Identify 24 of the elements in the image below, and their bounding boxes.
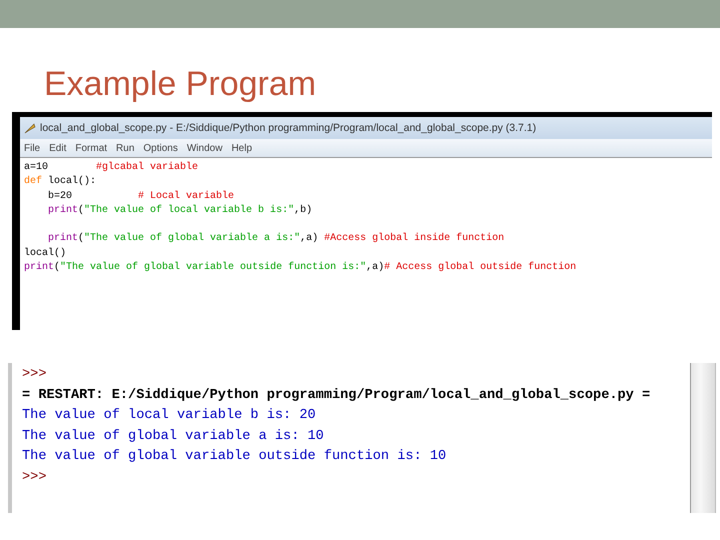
shell-output-line: The value of global variable outside function is: 10 xyxy=(22,448,446,466)
code-line: print("The value of global variable outside function is:",a)# Access global outside function xyxy=(24,261,576,276)
menu-item[interactable]: Help xyxy=(231,142,252,154)
code-line: local() xyxy=(24,246,66,261)
shell-output-line: = RESTART: E:/Siddique/Python programming/Program/local_and_global_scope.py = xyxy=(22,386,650,405)
shell-prompt: >>> xyxy=(22,366,46,384)
feather-icon xyxy=(24,122,36,134)
slide-title: Example Program xyxy=(44,64,318,104)
code-line: a=10 #glcabal variable xyxy=(24,161,198,175)
code-line: def local(): xyxy=(24,175,96,190)
code-line: print("The value of global variable a is:",a) #Access global inside function xyxy=(47,232,504,246)
code-line: print("The value of local variable b is:",b) xyxy=(47,204,312,218)
menu-item[interactable]: Run xyxy=(116,142,134,154)
menu-item[interactable]: Edit xyxy=(49,142,66,154)
menu-item[interactable]: Window xyxy=(186,142,222,154)
menu-item[interactable]: Options xyxy=(143,142,178,154)
window-title: local_and_global_scope.py - E:/Siddique/Python programming/Program/local_and_global_scope.py (3.7.1) xyxy=(40,122,536,134)
shell-output-line: The value of global variable a is: 10 xyxy=(22,428,324,446)
code-line: b=20 # Local variable xyxy=(47,190,234,204)
shell-output-line: The value of local variable b is: 20 xyxy=(22,407,316,426)
shell-prompt: >>> xyxy=(22,468,46,487)
menu-item[interactable]: File xyxy=(24,142,40,154)
scroll-bar[interactable] xyxy=(690,363,716,513)
menu-item[interactable]: Format xyxy=(75,142,108,154)
